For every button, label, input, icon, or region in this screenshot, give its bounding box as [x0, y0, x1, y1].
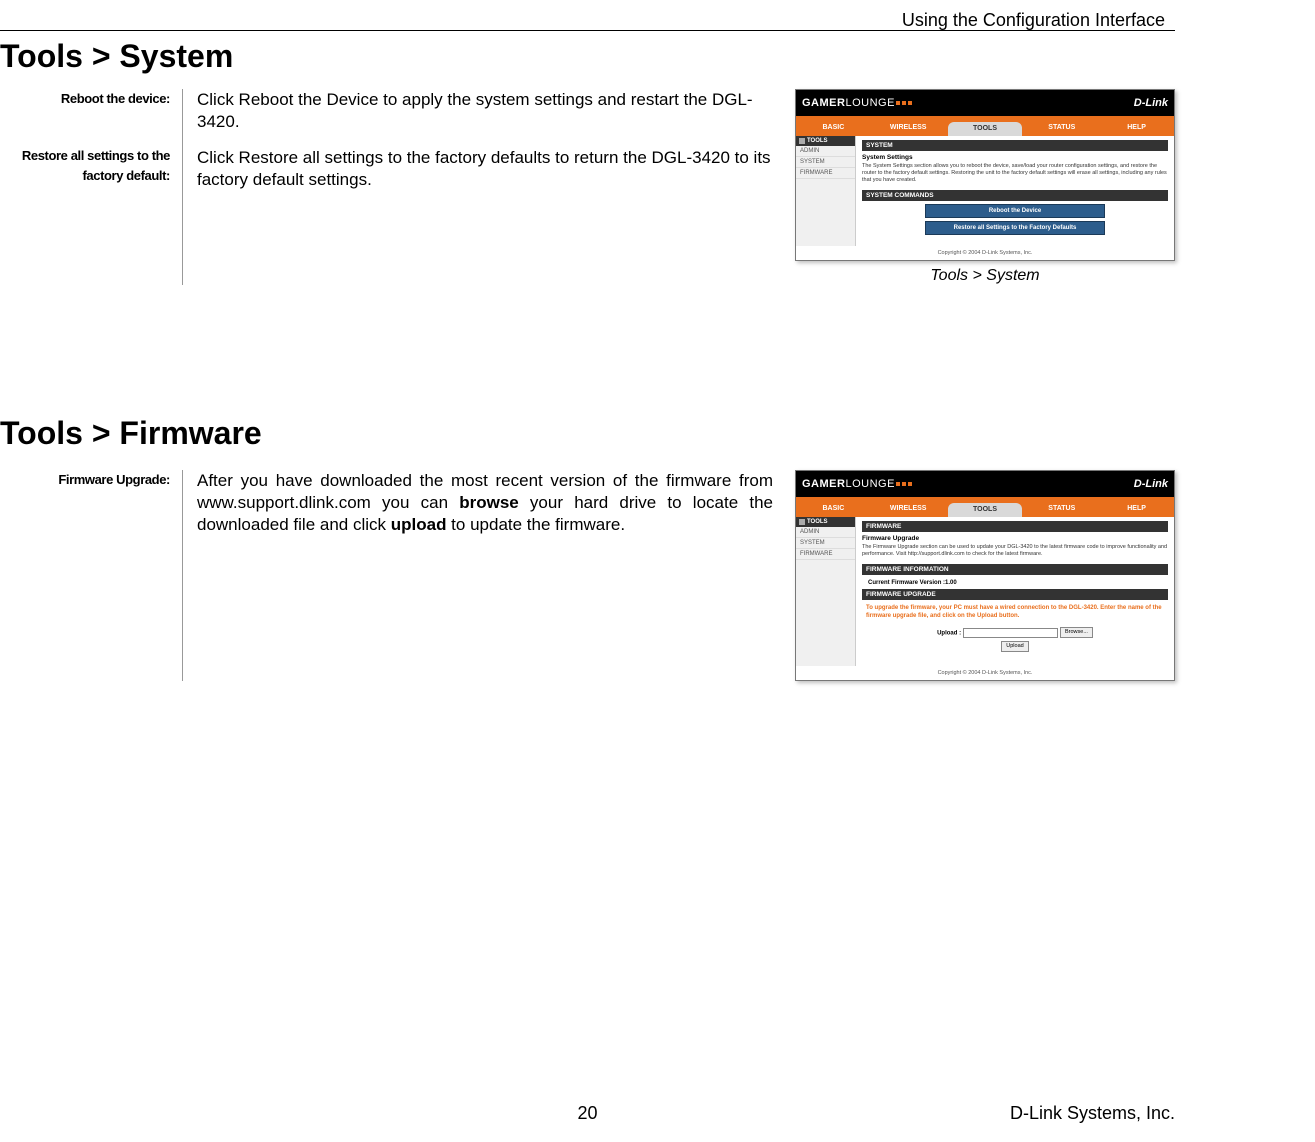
logo-lounge: LOUNGE: [845, 97, 894, 109]
upload-button[interactable]: Upload: [1001, 641, 1028, 652]
brand-dlink: D-Link: [1134, 478, 1168, 490]
nav-status[interactable]: STATUS: [1024, 501, 1099, 517]
brand-dlink: D-Link: [1134, 97, 1168, 109]
desc-restore: Click Restore all settings to the factor…: [183, 147, 773, 191]
caption-system: Tools > System: [795, 267, 1175, 285]
side-system[interactable]: SYSTEM: [796, 538, 855, 549]
page-number: 20: [577, 1103, 597, 1124]
label-restore: Restore all settings to the factory defa…: [0, 146, 182, 185]
nav-wireless[interactable]: WIRELESS: [871, 501, 946, 517]
page-footer: 20 D-Link Systems, Inc.: [0, 1103, 1175, 1124]
nav-help[interactable]: HELP: [1099, 501, 1174, 517]
panel-fw-upgrade: FIRMWARE UPGRADE: [862, 589, 1168, 600]
panel-sub-upgrade: Firmware Upgrade: [862, 535, 1168, 542]
side-firmware[interactable]: FIRMWARE: [796, 549, 855, 560]
nav-basic[interactable]: BASIC: [796, 501, 871, 517]
nav-tabs: BASIC WIRELESS TOOLS STATUS HELP: [796, 501, 1174, 517]
upgrade-instructions: To upgrade the firmware, your PC must ha…: [862, 602, 1168, 624]
section-title-system: Tools > System: [0, 38, 1175, 75]
panel-text: The System Settings section allows you t…: [862, 163, 1168, 184]
panel-text: The Firmware Upgrade section can be used…: [862, 544, 1168, 558]
side-firmware[interactable]: FIRMWARE: [796, 168, 855, 179]
btn-reboot[interactable]: Reboot the Device: [925, 204, 1105, 218]
side-system[interactable]: SYSTEM: [796, 157, 855, 168]
desc-reboot: Click Reboot the Device to apply the sys…: [183, 89, 773, 133]
side-header: TOOLS: [796, 136, 855, 146]
screenshot-firmware: GAMERLOUNGE D-Link BASIC WIRELESS TOOLS …: [795, 470, 1175, 681]
section-tools-system: Tools > System Reboot the device: Click …: [0, 38, 1175, 285]
screenshot-system: GAMERLOUNGE D-Link BASIC WIRELESS TOOLS …: [795, 89, 1175, 261]
header-rule: [0, 30, 1175, 31]
nav-tools[interactable]: TOOLS: [948, 122, 1023, 136]
logo-gamer: GAMER: [802, 478, 845, 490]
footer-company: D-Link Systems, Inc.: [1010, 1103, 1175, 1124]
copyright: Copyright © 2004 D-Link Systems, Inc.: [796, 666, 1174, 680]
copyright: Copyright © 2004 D-Link Systems, Inc.: [796, 246, 1174, 260]
panel-firmware: FIRMWARE: [862, 521, 1168, 532]
label-firmware-upgrade: Firmware Upgrade:: [0, 470, 182, 490]
panel-commands: SYSTEM COMMANDS: [862, 190, 1168, 201]
side-admin[interactable]: ADMIN: [796, 527, 855, 538]
label-reboot: Reboot the device:: [0, 89, 182, 109]
nav-basic[interactable]: BASIC: [796, 120, 871, 136]
nav-status[interactable]: STATUS: [1024, 120, 1099, 136]
logo-gamer: GAMER: [802, 97, 845, 109]
section-tools-firmware: Tools > Firmware Firmware Upgrade: After…: [0, 415, 1175, 681]
panel-fw-info: FIRMWARE INFORMATION: [862, 564, 1168, 575]
nav-wireless[interactable]: WIRELESS: [871, 120, 946, 136]
panel-sub-settings: System Settings: [862, 154, 1168, 161]
btn-restore[interactable]: Restore all Settings to the Factory Defa…: [925, 221, 1105, 235]
nav-tabs: BASIC WIRELESS TOOLS STATUS HELP: [796, 120, 1174, 136]
fw-version: Current Firmware Version :1.00: [862, 577, 1168, 589]
side-header: TOOLS: [796, 517, 855, 527]
section-title-firmware: Tools > Firmware: [0, 415, 1175, 452]
header-section-label: Using the Configuration Interface: [902, 10, 1165, 31]
desc-firmware-upgrade: After you have downloaded the most recen…: [183, 470, 773, 536]
upload-label: Upload :: [937, 631, 961, 637]
browse-button[interactable]: Browse...: [1060, 627, 1093, 638]
nav-tools[interactable]: TOOLS: [948, 503, 1023, 517]
upload-input[interactable]: [963, 628, 1058, 638]
panel-system: SYSTEM: [862, 140, 1168, 151]
logo-lounge: LOUNGE: [845, 478, 894, 490]
nav-help[interactable]: HELP: [1099, 120, 1174, 136]
side-admin[interactable]: ADMIN: [796, 146, 855, 157]
